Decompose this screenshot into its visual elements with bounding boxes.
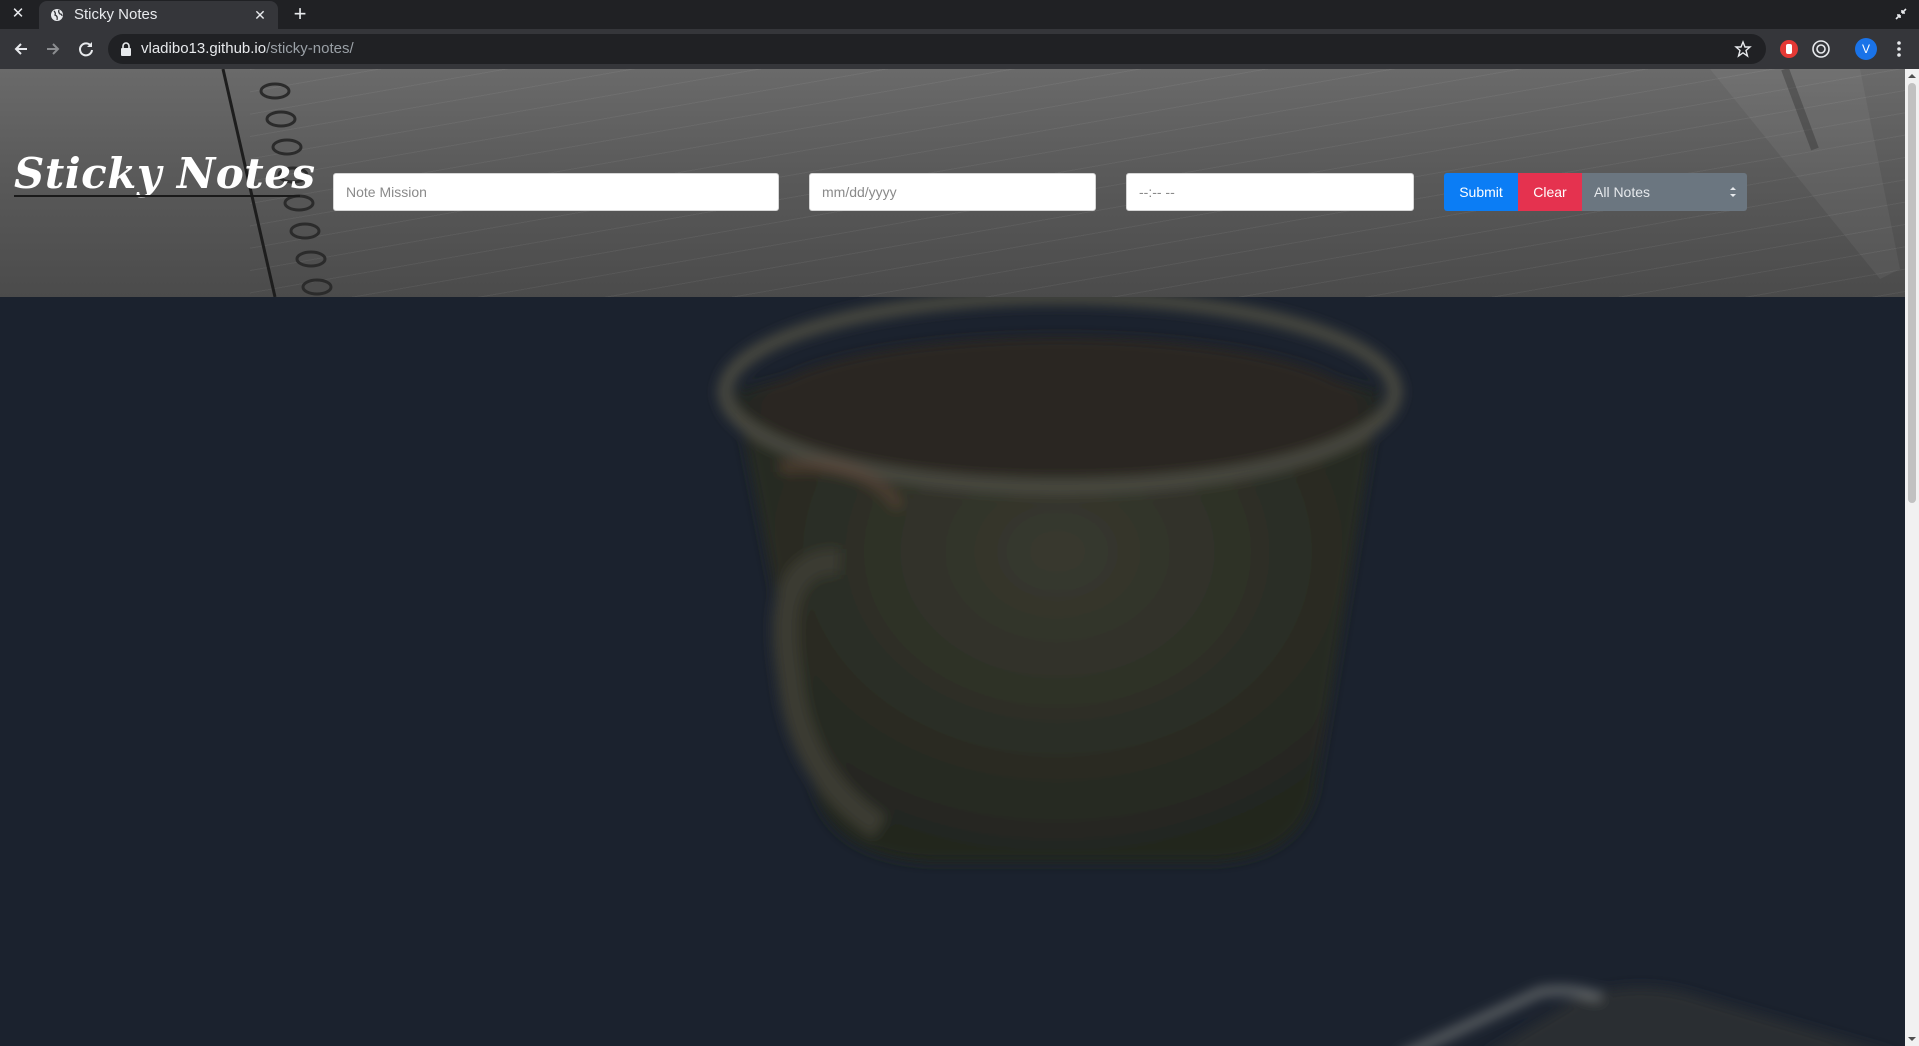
lock-icon[interactable] — [120, 42, 132, 56]
select-caret-icon — [1730, 187, 1736, 197]
url-text[interactable]: vladibo13.github.io/sticky-notes/ — [141, 40, 354, 58]
logo-underline — [14, 195, 300, 197]
scroll-up-icon[interactable] — [1908, 72, 1916, 80]
app-logo: Sticky Notes — [14, 149, 316, 198]
clear-button[interactable]: Clear — [1518, 173, 1582, 211]
notes-filter-select[interactable]: All Notes — [1582, 173, 1747, 211]
reload-icon[interactable] — [75, 38, 97, 60]
new-tab-icon[interactable]: + — [289, 3, 311, 25]
url-host: vladibo13.github.io — [141, 40, 267, 57]
extension-target-icon[interactable] — [1810, 38, 1832, 60]
restore-window-icon[interactable] — [1893, 6, 1909, 22]
browser-toolbar: vladibo13.github.io/sticky-notes/ V — [0, 29, 1919, 69]
tab-close-icon[interactable]: ✕ — [251, 6, 269, 24]
note-mission-input[interactable] — [333, 173, 779, 211]
tab-sticky-notes[interactable]: Sticky Notes ✕ — [39, 1, 278, 29]
note-time-input[interactable] — [1126, 173, 1414, 211]
tab-title: Sticky Notes — [74, 6, 158, 23]
forward-icon[interactable] — [42, 38, 64, 60]
extension-hand-icon[interactable] — [1778, 38, 1800, 60]
close-window-icon[interactable]: ✕ — [9, 5, 27, 23]
profile-avatar[interactable]: V — [1855, 38, 1877, 60]
kebab-menu-icon[interactable] — [1888, 38, 1910, 60]
tab-strip: ✕ Sticky Notes ✕ + — [0, 0, 1919, 29]
back-icon[interactable] — [10, 38, 32, 60]
address-bar[interactable]: vladibo13.github.io/sticky-notes/ — [108, 34, 1766, 64]
page-viewport: Sticky Notes Submit Clear All Notes — [0, 69, 1905, 1046]
bookmark-star-icon[interactable] — [1734, 40, 1752, 58]
page-scrollbar[interactable] — [1905, 69, 1919, 1046]
notes-filter-value: All Notes — [1594, 184, 1651, 200]
url-path: /sticky-notes/ — [266, 40, 354, 57]
submit-button[interactable]: Submit — [1444, 173, 1518, 211]
scrollbar-thumb[interactable] — [1908, 83, 1916, 503]
page-header: Sticky Notes Submit Clear All Notes — [0, 69, 1905, 297]
globe-icon — [51, 9, 63, 21]
note-date-input[interactable] — [809, 173, 1096, 211]
notes-board — [0, 297, 1905, 1046]
coffee-cup-background — [718, 297, 1868, 1046]
scroll-down-icon[interactable] — [1908, 1035, 1916, 1043]
